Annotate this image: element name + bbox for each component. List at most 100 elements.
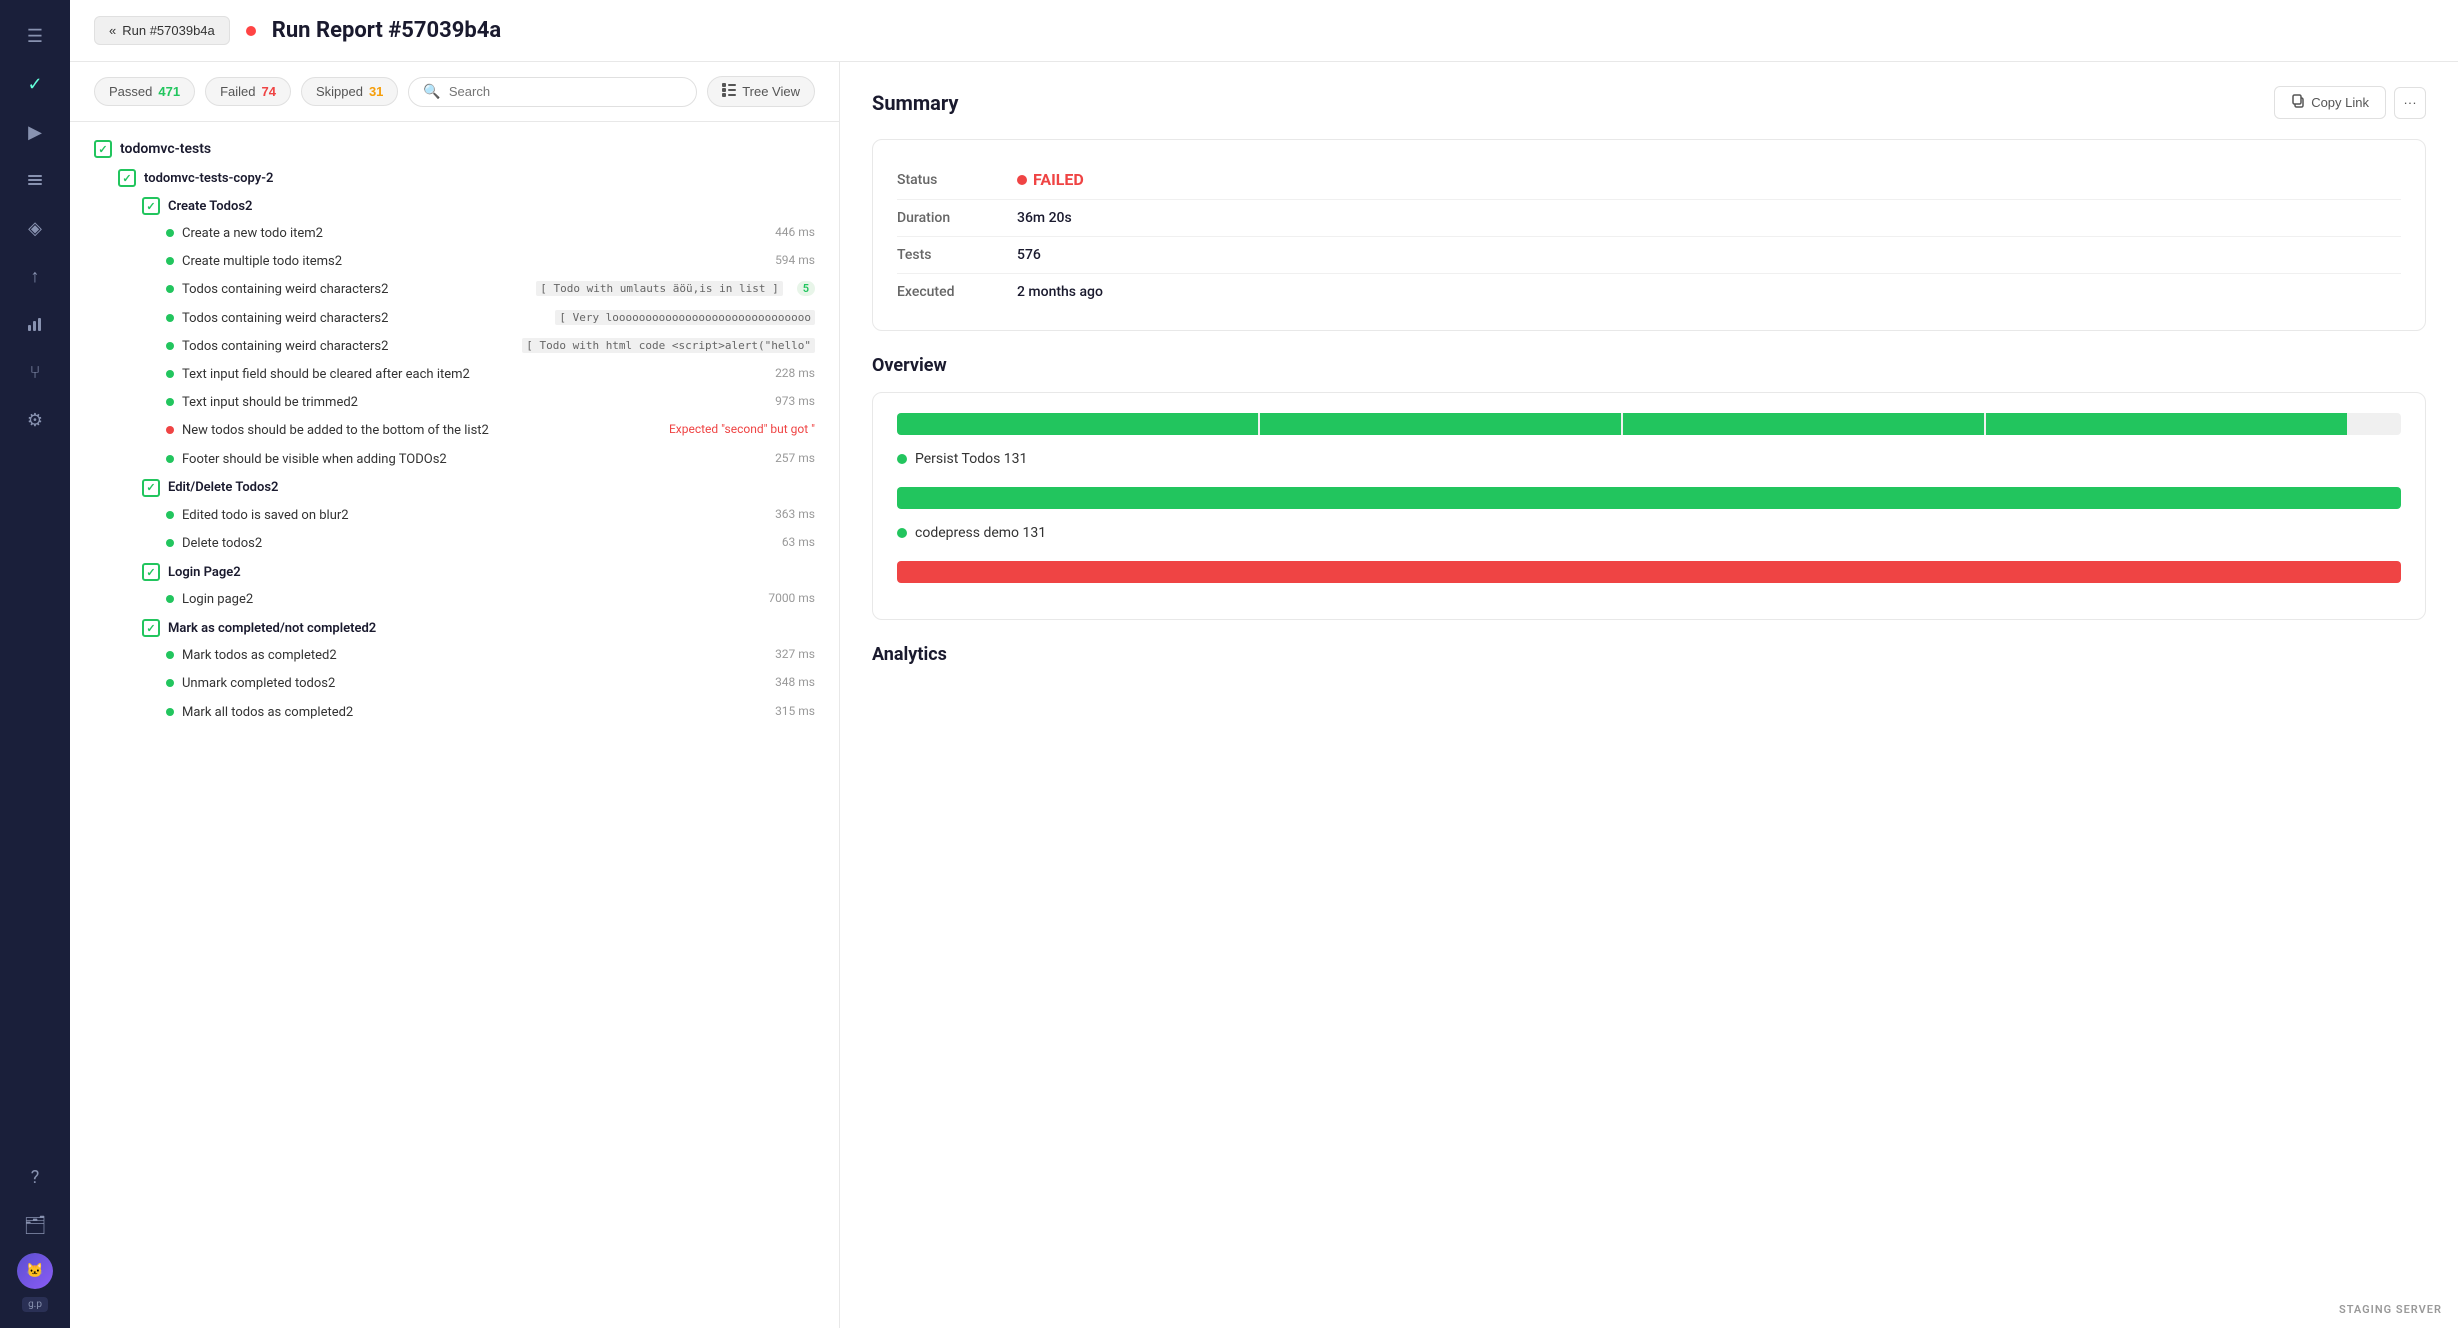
analytics-title: Analytics (872, 644, 2426, 665)
test-name: Login page2 (182, 591, 748, 609)
test-status-dot (166, 314, 174, 322)
skipped-filter-button[interactable]: Skipped 31 (301, 77, 398, 106)
header-status-dot (246, 26, 256, 36)
test-status-dot (166, 342, 174, 350)
version-badge: g.p (22, 1297, 48, 1312)
avatar: 🐱 (17, 1253, 53, 1289)
mark-completed-checkbox: ✓ (142, 619, 160, 637)
mark-completed-label: Mark as completed/not completed2 (168, 621, 376, 636)
copy-link-button[interactable]: Copy Link (2274, 86, 2386, 119)
summary-title: Summary (872, 91, 958, 115)
branch-icon[interactable]: ⑂ (15, 352, 55, 392)
header: « Run #57039b4a Run Report #57039b4a (70, 0, 2458, 62)
more-button[interactable]: ··· (2394, 87, 2426, 119)
test-count-badge: 5 (797, 281, 815, 296)
mark-tests: Mark todos as completed2 327 ms Unmark c… (134, 642, 823, 727)
root-suite-label: todomvc-tests (120, 141, 211, 157)
chart-dot-1 (897, 454, 907, 464)
test-status-dot (166, 539, 174, 547)
search-box: 🔍 (408, 77, 697, 107)
test-tag: [ Todo with html code <script>alert("hel… (522, 338, 815, 353)
chart-label-text-1: Persist Todos 131 (915, 451, 1027, 467)
test-status-dot (166, 398, 174, 406)
play-icon[interactable]: ▶ (15, 112, 55, 152)
back-label: Run #57039b4a (122, 23, 215, 38)
login-page2-label: Login Page2 (168, 565, 241, 580)
root-suite-row[interactable]: ✓ todomvc-tests (86, 134, 823, 164)
list-item[interactable]: Mark todos as completed2 327 ms (158, 642, 823, 670)
back-button[interactable]: « Run #57039b4a (94, 16, 230, 45)
sub-suite-copy2-checkbox: ✓ (118, 169, 136, 187)
list-item[interactable]: Todos containing weird characters2 [ Ver… (158, 305, 823, 333)
test-status-dot (166, 370, 174, 378)
tree-view-button[interactable]: Tree View (707, 76, 815, 107)
tests-value: 576 (1017, 247, 1041, 263)
chart-dot-2 (897, 528, 907, 538)
test-duration: 63 ms (770, 535, 815, 549)
mark-completed-row[interactable]: ✓ Mark as completed/not completed2 (134, 614, 823, 642)
folder-icon[interactable]: 🗂 (15, 1205, 55, 1245)
test-error: Expected "second" but got " (669, 422, 815, 436)
failed-filter-button[interactable]: Failed 74 (205, 77, 291, 106)
create-todos2-row[interactable]: ✓ Create Todos2 (134, 192, 823, 220)
staging-badge: STAGING SERVER (2339, 1303, 2442, 1316)
bar-segment (1623, 413, 1984, 435)
list-item[interactable]: New todos should be added to the bottom … (158, 417, 823, 445)
chart-icon[interactable] (15, 304, 55, 344)
root-suite: ✓ todomvc-tests ✓ todomvc-tests-copy-2 ✓ (70, 134, 839, 727)
list-item[interactable]: Text input field should be cleared after… (158, 361, 823, 389)
test-duration: 228 ms (763, 366, 815, 380)
tests-row: Tests 576 (897, 237, 2401, 274)
test-status-dot (166, 708, 174, 716)
bar-segment (897, 413, 1258, 435)
settings-icon[interactable]: ⚙ (15, 400, 55, 440)
layers-icon[interactable]: ◈ (15, 208, 55, 248)
test-duration: 257 ms (763, 451, 815, 465)
status-failed-text: FAILED (1033, 170, 1084, 189)
test-name: Mark all todos as completed2 (182, 704, 755, 722)
test-duration: 594 ms (763, 253, 815, 267)
check-icon[interactable]: ✓ (15, 64, 55, 104)
login-page2-row[interactable]: ✓ Login Page2 (134, 558, 823, 586)
list-item[interactable]: Edited todo is saved on blur2 363 ms (158, 502, 823, 530)
passed-filter-button[interactable]: Passed 471 (94, 77, 195, 106)
skipped-count: 31 (369, 84, 383, 99)
test-status-dot (166, 511, 174, 519)
test-duration: 7000 ms (756, 591, 815, 605)
duration-row: Duration 36m 20s (897, 200, 2401, 237)
bar-segment (1260, 413, 1621, 435)
list-icon[interactable] (15, 160, 55, 200)
test-name: Footer should be visible when adding TOD… (182, 451, 755, 469)
list-item[interactable]: Unmark completed todos2 348 ms (158, 670, 823, 698)
test-name: Create multiple todo items2 (182, 253, 755, 271)
test-status-dot (166, 257, 174, 265)
list-item[interactable]: Login page2 7000 ms (158, 586, 823, 614)
executed-value: 2 months ago (1017, 284, 1103, 300)
edit-delete-tests: Edited todo is saved on blur2 363 ms Del… (134, 502, 823, 558)
list-item[interactable]: Todos containing weird characters2 [ Tod… (158, 333, 823, 361)
menu-icon[interactable]: ☰ (15, 16, 55, 56)
mark-completed-suite: ✓ Mark as completed/not completed2 Mark … (110, 614, 823, 727)
list-item[interactable]: Todos containing weird characters2 [ Tod… (158, 276, 823, 304)
summary-header: Summary Copy Link ··· (872, 86, 2426, 119)
list-item[interactable]: Create multiple todo items2 594 ms (158, 248, 823, 276)
upload-icon[interactable]: ↑ (15, 256, 55, 296)
list-item[interactable]: Text input should be trimmed2 973 ms (158, 389, 823, 417)
test-name: Unmark completed todos2 (182, 675, 755, 693)
failed-count: 74 (262, 84, 276, 99)
test-tree: ✓ todomvc-tests ✓ todomvc-tests-copy-2 ✓ (70, 122, 839, 1328)
sub-suite-copy2-row[interactable]: ✓ todomvc-tests-copy-2 (110, 164, 823, 192)
edit-delete-todos2-row[interactable]: ✓ Edit/Delete Todos2 (134, 474, 823, 502)
test-status-dot (166, 679, 174, 687)
executed-label: Executed (897, 284, 1017, 300)
list-item[interactable]: Mark all todos as completed2 315 ms (158, 699, 823, 727)
list-item[interactable]: Delete todos2 63 ms (158, 530, 823, 558)
list-item[interactable]: Footer should be visible when adding TOD… (158, 446, 823, 474)
list-item[interactable]: Create a new todo item2 446 ms (158, 220, 823, 248)
bar-segment (897, 561, 2401, 583)
search-input[interactable] (449, 84, 682, 99)
create-todos2-checkbox: ✓ (142, 197, 160, 215)
passed-count: 471 (158, 84, 180, 99)
content-area: Passed 471 Failed 74 Skipped 31 🔍 (70, 62, 2458, 1328)
help-icon[interactable]: ? (15, 1157, 55, 1197)
